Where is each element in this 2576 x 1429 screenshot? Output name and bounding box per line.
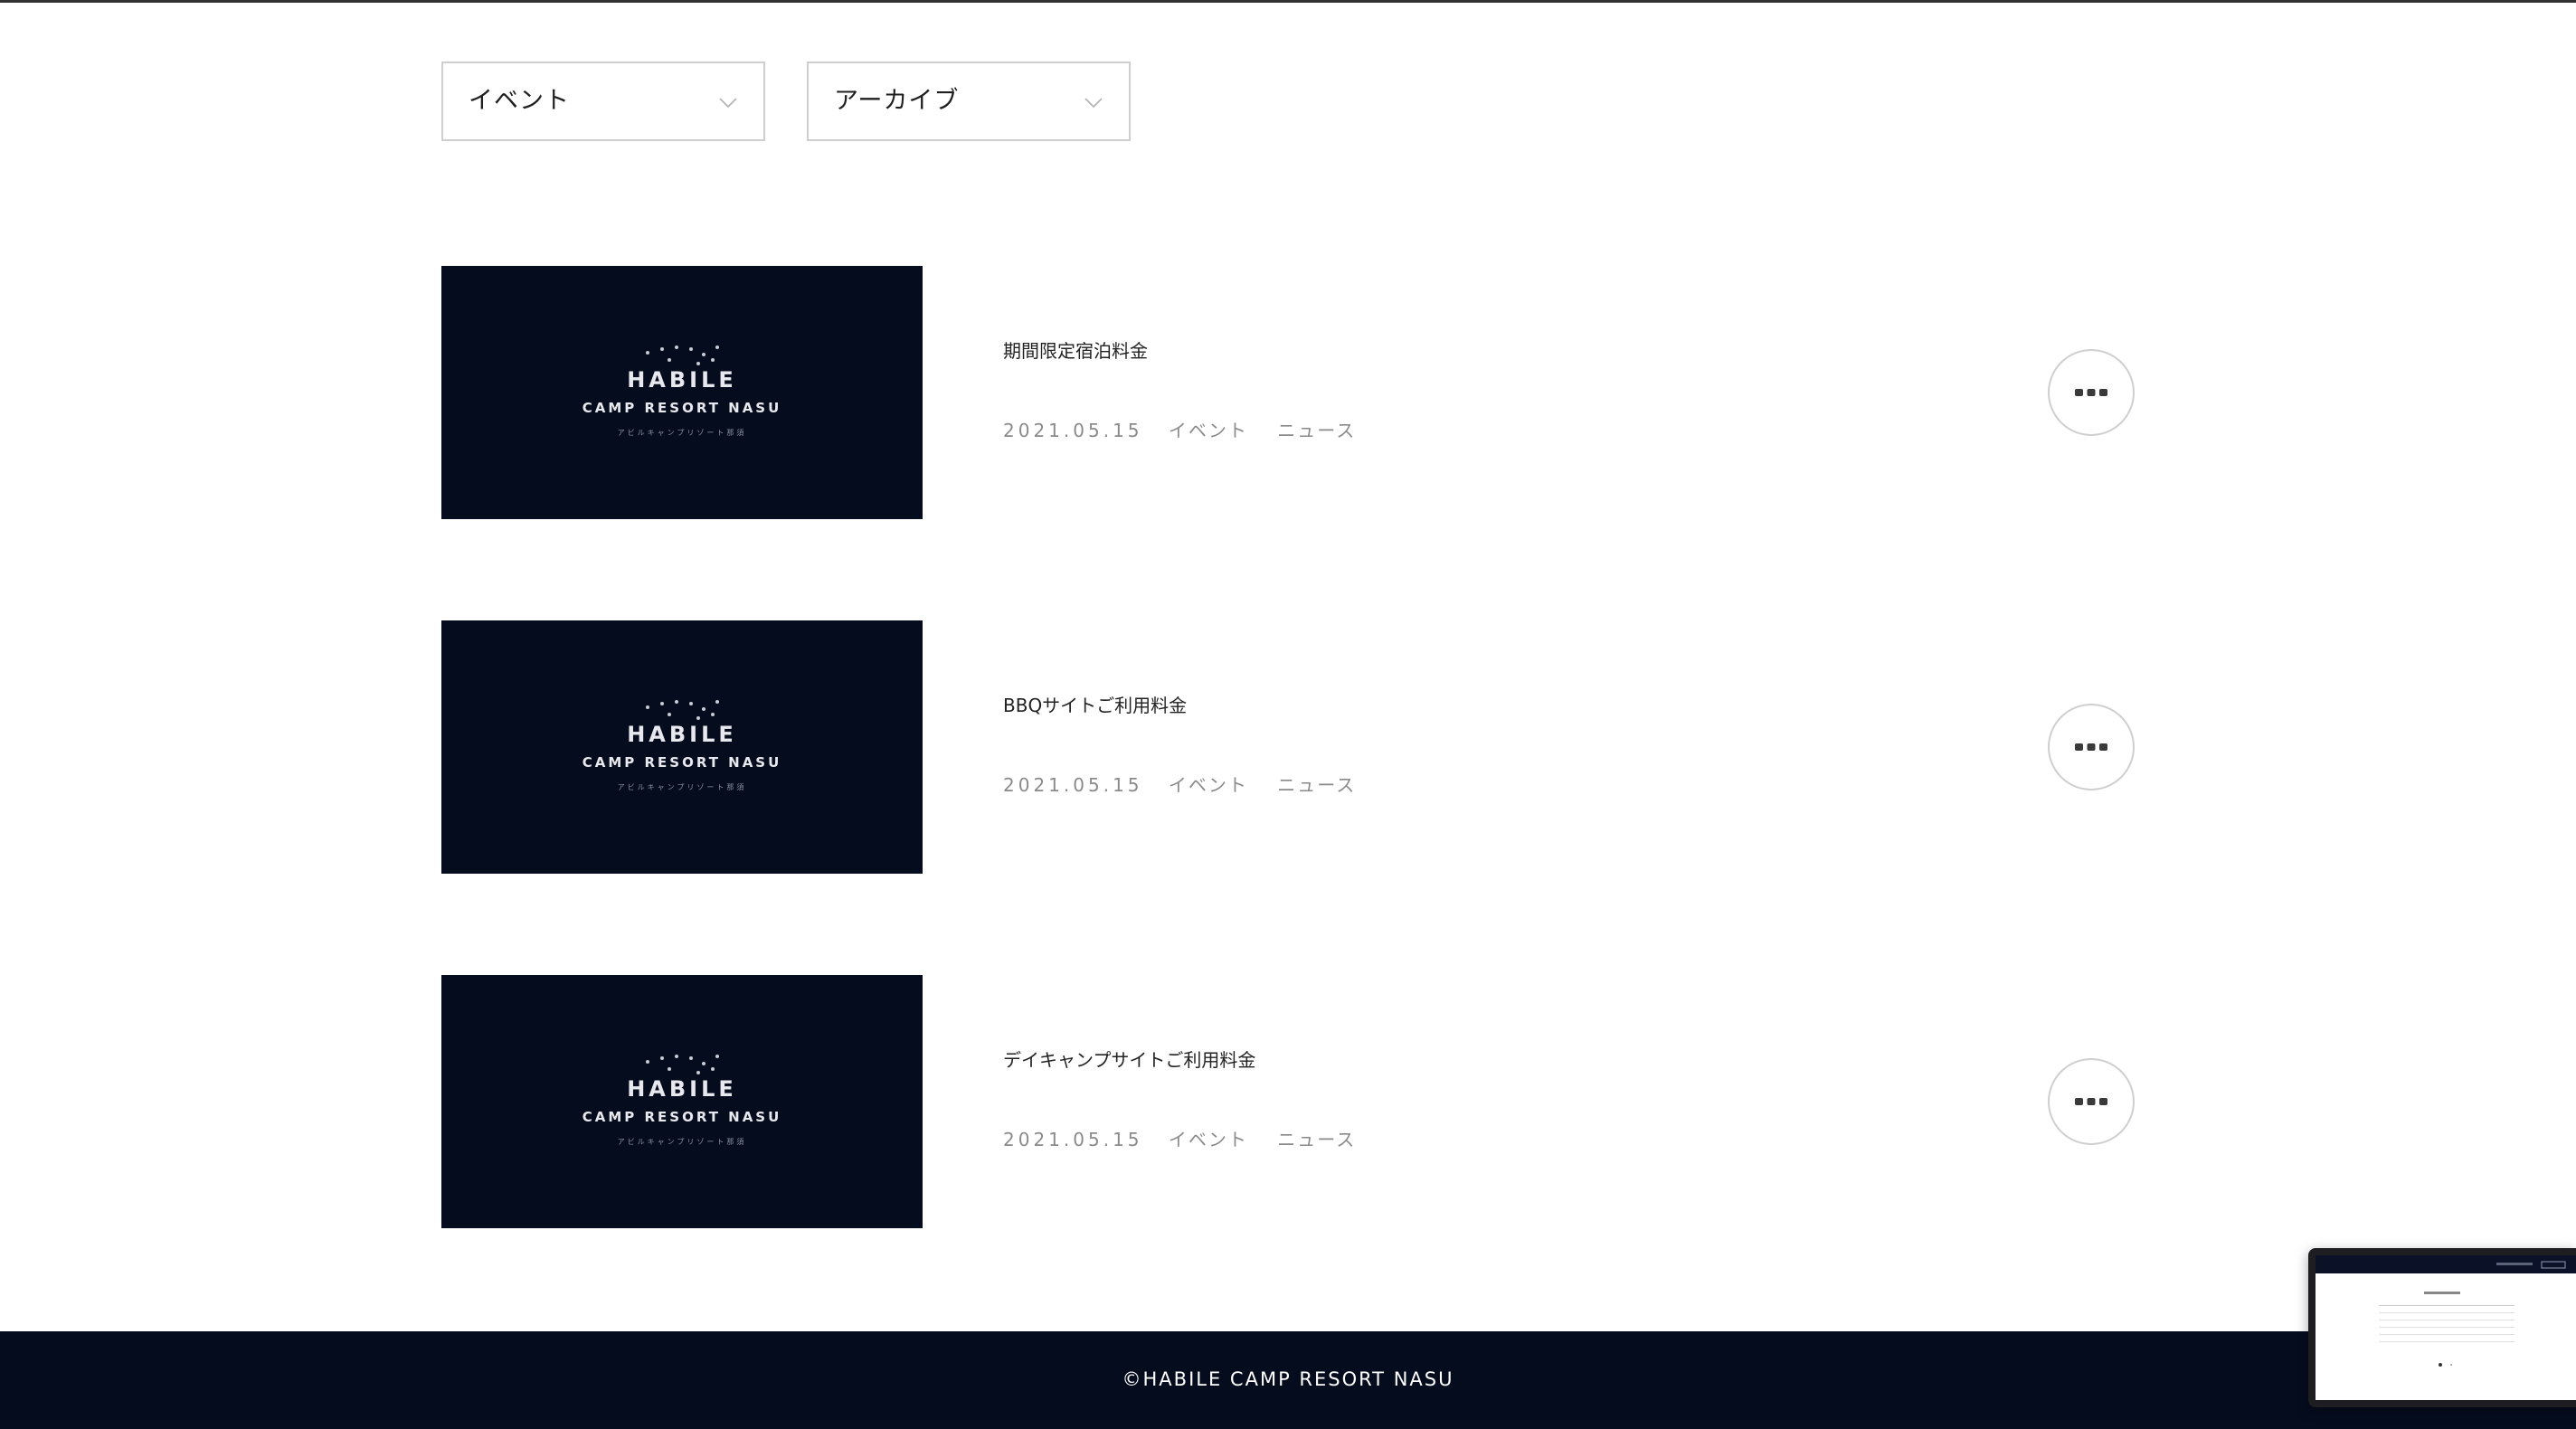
habile-logo: HABILE CAMP RESORT NASU アビルキャンプリゾート那須: [582, 700, 782, 791]
logo-japanese-text: アビルキャンプリゾート那須: [618, 783, 747, 791]
post-tag-news[interactable]: ニュース: [1277, 774, 1356, 796]
footer-copyright: ©HABILE CAMP RESORT NASU: [1122, 1368, 1454, 1390]
post-tag-event[interactable]: イベント: [1169, 1129, 1248, 1150]
screenshot-preview-thumbnail[interactable]: [2308, 1248, 2576, 1407]
post-title[interactable]: デイキャンプサイトご利用料金: [1003, 1047, 1255, 1073]
logo-japanese-text: アビルキャンプリゾート那須: [618, 1138, 747, 1146]
post-thumbnail[interactable]: HABILE CAMP RESORT NASU アビルキャンプリゾート那須: [441, 266, 923, 519]
more-dots-icon: [2075, 743, 2107, 751]
more-dots-icon: [2075, 389, 2107, 396]
category-filter-select[interactable]: イベント: [441, 62, 765, 141]
preview-screen: [2316, 1255, 2576, 1400]
more-dots-icon: [2075, 1098, 2107, 1105]
category-filter-label: イベント: [469, 87, 570, 115]
logo-japanese-text: アビルキャンプリゾート那須: [618, 429, 747, 437]
logo-brand-text: HABILE: [627, 367, 737, 393]
post-thumbnail[interactable]: HABILE CAMP RESORT NASU アビルキャンプリゾート那須: [441, 975, 923, 1228]
post-date: 2021.05.15: [1003, 1129, 1143, 1150]
logo-brand-text: HABILE: [627, 722, 737, 747]
post-item: HABILE CAMP RESORT NASU アビルキャンプリゾート那須 デイ…: [441, 975, 2138, 1228]
post-more-button[interactable]: [2048, 704, 2135, 790]
habile-logo: HABILE CAMP RESORT NASU アビルキャンプリゾート那須: [582, 345, 782, 437]
post-item: HABILE CAMP RESORT NASU アビルキャンプリゾート那須 期間…: [441, 266, 2138, 519]
post-date: 2021.05.15: [1003, 420, 1143, 441]
page: イベント アーカイブ HABILE CAMP RESORT NASU アビルキャ…: [0, 0, 2576, 1429]
post-date: 2021.05.15: [1003, 774, 1143, 796]
post-tag-news[interactable]: ニュース: [1277, 420, 1356, 441]
post-title[interactable]: 期間限定宿泊料金: [1003, 338, 1148, 364]
chevron-down-icon: [1084, 98, 1103, 109]
post-thumbnail[interactable]: HABILE CAMP RESORT NASU アビルキャンプリゾート那須: [441, 620, 923, 874]
post-meta: 2021.05.15 イベント ニュース: [1003, 418, 1379, 443]
post-item: HABILE CAMP RESORT NASU アビルキャンプリゾート那須 BB…: [441, 620, 2138, 874]
post-more-button[interactable]: [2048, 1058, 2135, 1145]
logo-subtitle-text: CAMP RESORT NASU: [582, 754, 782, 771]
post-more-button[interactable]: [2048, 349, 2135, 436]
logo-subtitle-text: CAMP RESORT NASU: [582, 1109, 782, 1125]
post-meta: 2021.05.15 イベント ニュース: [1003, 772, 1379, 798]
preview-content-graphic: [2316, 1255, 2576, 1367]
post-tag-news[interactable]: ニュース: [1277, 1129, 1356, 1150]
archive-filter-select[interactable]: アーカイブ: [807, 62, 1131, 141]
site-footer: ©HABILE CAMP RESORT NASU: [0, 1331, 2576, 1429]
chevron-down-icon: [719, 98, 737, 109]
post-tag-event[interactable]: イベント: [1169, 774, 1248, 796]
top-border: [0, 0, 2576, 3]
habile-logo: HABILE CAMP RESORT NASU アビルキャンプリゾート那須: [582, 1055, 782, 1146]
archive-filter-label: アーカイブ: [834, 87, 960, 115]
post-meta: 2021.05.15 イベント ニュース: [1003, 1127, 1379, 1152]
logo-brand-text: HABILE: [627, 1076, 737, 1102]
post-tag-event[interactable]: イベント: [1169, 420, 1248, 441]
logo-subtitle-text: CAMP RESORT NASU: [582, 400, 782, 416]
post-title[interactable]: BBQサイトご利用料金: [1003, 693, 1187, 718]
